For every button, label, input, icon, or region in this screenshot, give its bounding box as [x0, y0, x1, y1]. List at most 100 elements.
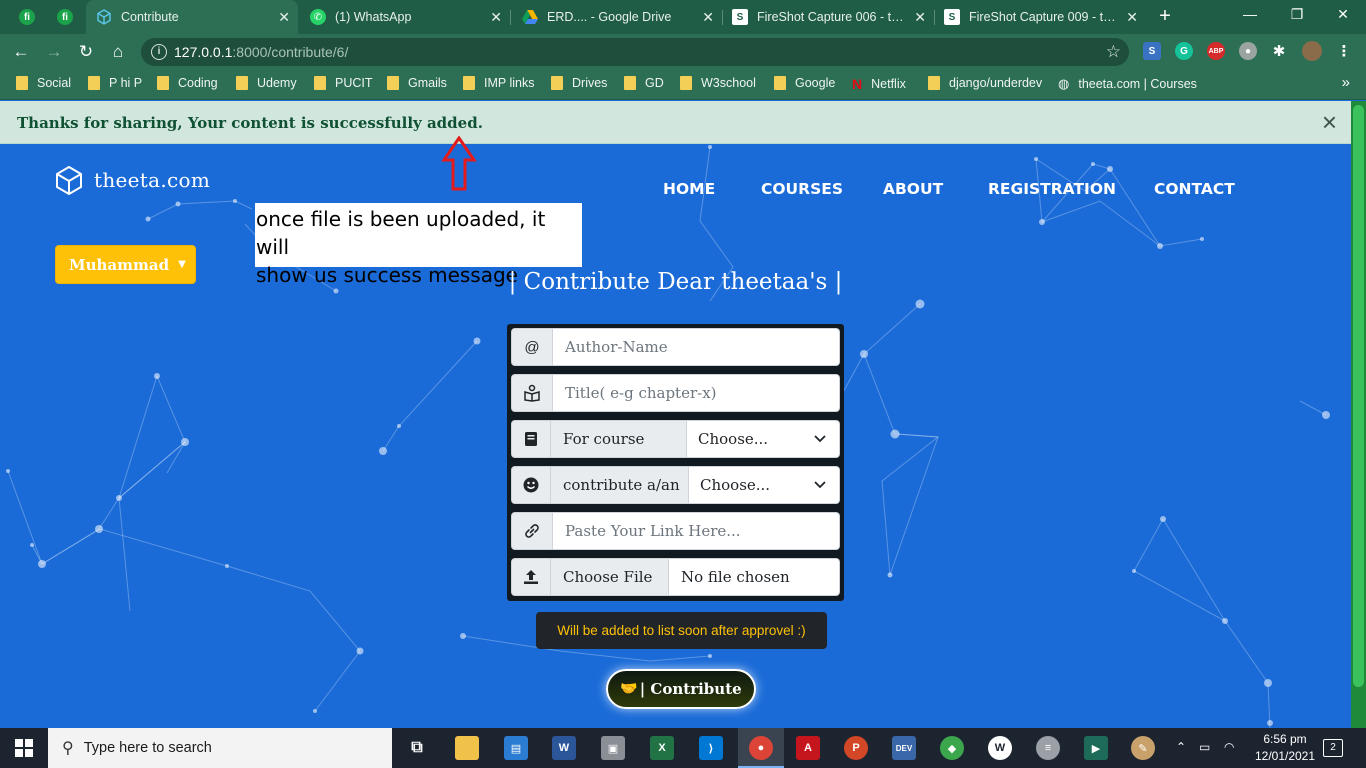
bookmark-label: Drives [572, 76, 608, 90]
bookmark-folder[interactable]: Coding [157, 76, 218, 90]
tab-fireshot-006[interactable]: S FireShot Capture 006 - thee ✕ [724, 0, 934, 34]
nav-registration[interactable]: REGISTRATION [988, 180, 1116, 198]
pinned-app-icon: fi [57, 9, 73, 25]
adblock-icon[interactable]: ABP [1207, 42, 1225, 60]
bookmark-folder[interactable]: Drives [551, 76, 607, 90]
start-button[interactable] [0, 728, 48, 768]
folder-icon [774, 76, 786, 90]
course-row: For course Choose... [511, 420, 840, 458]
fireshot-icon: S [944, 9, 960, 25]
pdf-reader-icon[interactable]: A [796, 736, 820, 760]
bookmark-folder[interactable]: PUCIT [314, 76, 373, 90]
window-close-icon[interactable]: ✕ [1333, 6, 1353, 23]
bookmark-folder[interactable]: GD [624, 76, 664, 90]
vscode-icon[interactable]: ⟩ [699, 736, 723, 760]
minimize-icon[interactable]: — [1240, 6, 1260, 22]
network-app-icon[interactable]: ◆ [940, 736, 964, 760]
nav-about[interactable]: ABOUT [883, 180, 943, 198]
contribute-type-select[interactable]: Choose... [689, 466, 840, 504]
more-bookmarks-icon[interactable]: » [1342, 74, 1350, 91]
taskbar-search[interactable]: ⚲ Type here to search [48, 728, 392, 768]
nav-courses[interactable]: COURSES [761, 180, 843, 198]
powerpoint-icon[interactable]: P [844, 736, 868, 760]
notification-center-icon[interactable]: 2 [1323, 739, 1343, 757]
close-icon[interactable]: ✕ [914, 9, 926, 26]
bookmark-link[interactable]: ◍ theeta.com | Courses [1058, 76, 1197, 92]
close-icon[interactable]: ✕ [278, 9, 290, 26]
control-panel-icon[interactable]: ▤ [504, 736, 528, 760]
search-icon: ⚲ [62, 740, 74, 757]
success-alert: Thanks for sharing, Your content is succ… [0, 101, 1351, 144]
address-bar[interactable]: i 127.0.0.1:8000/contribute/6/ ☆ [141, 38, 1129, 66]
pycharm-icon[interactable]: ▶ [1084, 736, 1108, 760]
title-input[interactable]: Title( e-g chapter-x) [553, 374, 840, 412]
folder-icon [928, 76, 940, 90]
file-explorer-icon[interactable] [455, 736, 479, 760]
new-tab-button[interactable]: + [1155, 5, 1175, 27]
bookmark-folder[interactable]: Udemy [236, 76, 297, 90]
course-select[interactable]: Choose... [687, 420, 840, 458]
battery-icon[interactable]: ▭ [1199, 740, 1210, 754]
paint-icon[interactable]: ✎ [1131, 736, 1155, 760]
choose-file-button[interactable]: Choose File [551, 558, 669, 596]
url-path: :8000/contribute/6/ [232, 44, 349, 60]
bookmark-folder[interactable]: Gmails [387, 76, 447, 90]
netflix-icon: N [852, 76, 863, 92]
close-icon[interactable]: ✕ [702, 9, 714, 26]
link-input[interactable]: Paste Your Link Here... [553, 512, 840, 550]
profile-avatar[interactable] [1302, 41, 1322, 61]
tab-google-drive[interactable]: ERD.... - Google Drive ✕ [512, 0, 722, 34]
close-icon[interactable]: ✕ [490, 9, 502, 26]
bookmark-folder[interactable]: Google [774, 76, 835, 90]
home-icon[interactable]: ⌂ [108, 42, 128, 62]
database-icon[interactable]: ≡ [1036, 736, 1060, 760]
site-info-icon[interactable]: i [151, 44, 167, 60]
bookmark-folder[interactable]: P hi P [88, 76, 142, 90]
menu-dots-icon[interactable]: ⋮ [1335, 42, 1353, 60]
task-view-icon[interactable]: ⧉ [405, 736, 429, 760]
book-icon [511, 420, 551, 458]
restore-icon[interactable]: ❐ [1287, 6, 1307, 23]
bookmark-label: Coding [178, 76, 218, 90]
bookmark-star-icon[interactable]: ☆ [1106, 42, 1121, 62]
bookmark-folder[interactable]: Social [16, 76, 71, 90]
bookmark-label: Google [795, 76, 836, 90]
title-row: Title( e-g chapter-x) [511, 374, 840, 412]
bookmark-folder[interactable]: W3school [680, 76, 756, 90]
grammarly-icon[interactable]: G [1175, 42, 1193, 60]
tab-contribute[interactable]: Contribute ✕ [86, 0, 298, 34]
back-arrow-icon[interactable]: ← [11, 42, 31, 62]
bookmark-label: PUCIT [335, 76, 373, 90]
app-w-icon[interactable]: W [988, 736, 1012, 760]
pinned-tab[interactable]: fi [10, 0, 44, 34]
dev-cpp-icon[interactable]: DEV [892, 736, 916, 760]
excel-icon[interactable]: X [650, 736, 674, 760]
tab-whatsapp[interactable]: ✆ (1) WhatsApp ✕ [300, 0, 510, 34]
nav-contact[interactable]: CONTACT [1154, 180, 1235, 198]
wifi-icon[interactable]: ◠ [1224, 740, 1234, 754]
tray-chevron-up-icon[interactable]: ⌃ [1176, 740, 1186, 754]
photos-icon[interactable]: ▣ [601, 736, 625, 760]
system-clock[interactable]: 6:56 pm 12/01/2021 [1254, 731, 1316, 765]
tab-separator [934, 10, 935, 25]
chrome-icon[interactable]: ● [749, 736, 773, 760]
extension-s-icon[interactable]: S [1143, 42, 1161, 60]
extension-circle-icon[interactable]: ● [1239, 42, 1257, 60]
bookmark-netflix[interactable]: N Netflix [852, 76, 906, 92]
bookmark-folder[interactable]: django/underdev [928, 76, 1042, 90]
page-content: Thanks for sharing, Your content is succ… [0, 101, 1351, 728]
forward-arrow-icon[interactable]: → [44, 42, 64, 62]
reload-icon[interactable]: ↻ [76, 42, 96, 62]
extensions-puzzle-icon[interactable]: ✱ [1270, 42, 1288, 60]
alert-close-icon[interactable]: × [1322, 109, 1337, 135]
bookmark-folder[interactable]: IMP links [463, 76, 534, 90]
tab-fireshot-009[interactable]: S FireShot Capture 009 - thee ✕ [936, 0, 1146, 34]
close-icon[interactable]: ✕ [1126, 9, 1138, 26]
author-name-input[interactable]: Author-Name [553, 328, 840, 366]
pinned-tab[interactable]: fi [48, 0, 82, 34]
nav-home[interactable]: HOME [663, 180, 715, 198]
word-icon[interactable]: W [552, 736, 576, 760]
contribute-submit-button[interactable]: 🤝 | Contribute [606, 669, 756, 709]
brand-logo[interactable]: theeta.com [55, 165, 210, 195]
scrollbar-thumb[interactable] [1353, 105, 1364, 687]
